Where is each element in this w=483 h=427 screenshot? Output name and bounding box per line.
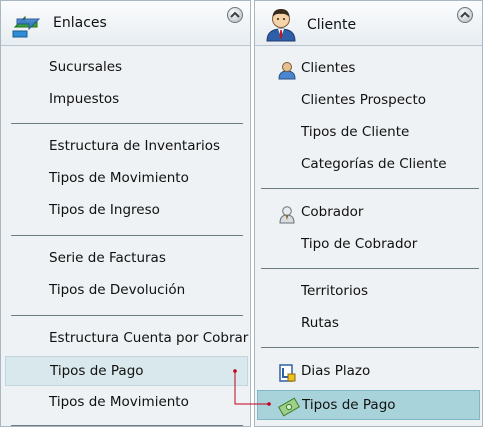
sidebar-item-label: Dias Plazo	[301, 363, 371, 379]
sidebar-item-label: Tipos de Movimiento	[49, 394, 189, 410]
sidebar-item-clientes-prospecto[interactable]: Clientes Prospecto	[255, 86, 482, 116]
group-divider	[11, 235, 243, 236]
sidebar-item-tipos-de-devolucion[interactable]: Tipos de Devolución	[1, 276, 250, 306]
client-icon	[278, 62, 296, 80]
sidebar-item-label: Territorios	[301, 283, 369, 299]
sidebar-item-label: Sucursales	[49, 59, 123, 75]
money-icon	[278, 397, 300, 417]
sidebar-item-label: Tipos de Devolución	[49, 282, 186, 298]
sidebar-item-label: Clientes Prospecto	[301, 92, 427, 108]
sidebar-item-label: Tipos de Pago	[302, 397, 396, 413]
sidebar-item-tipo-de-cobrador[interactable]: Tipo de Cobrador	[255, 230, 482, 260]
sidebar-item-label: Tipos de Movimiento	[49, 170, 189, 186]
cliente-panel-title: Cliente	[307, 17, 357, 33]
sidebar-item-tipos-de-pago-cliente[interactable]: Tipos de Pago	[257, 390, 480, 420]
enlaces-panel: Enlaces Sucursales Impuestos Estructura …	[0, 0, 251, 427]
sidebar-item-label: Tipos de Cliente	[301, 124, 410, 140]
group-divider	[11, 425, 243, 426]
group-divider	[11, 315, 243, 316]
sidebar-item-label: Estructura Cuenta por Cobrar	[49, 330, 249, 346]
sidebar-item-label: Clientes	[301, 60, 356, 76]
cliente-panel-header[interactable]: Cliente	[255, 1, 482, 46]
group-divider	[261, 188, 479, 189]
sidebar-item-tipos-de-movimiento-cxc[interactable]: Tipos de Movimiento	[1, 388, 250, 418]
sidebar-item-label: Estructura de Inventarios	[49, 138, 221, 154]
sidebar-item-label: Tipos de Ingreso	[49, 202, 160, 218]
group-divider	[261, 268, 479, 269]
sidebar-item-estructura-de-inventarios[interactable]: Estructura de Inventarios	[1, 132, 250, 162]
sidebar-item-label: Impuestos	[49, 91, 120, 107]
sidebar-item-dias-plazo[interactable]: Dias Plazo	[255, 357, 482, 387]
sidebar-item-rutas[interactable]: Rutas	[255, 309, 482, 339]
sidebar-item-tipos-de-cliente[interactable]: Tipos de Cliente	[255, 118, 482, 148]
sidebar-item-categorias-de-cliente[interactable]: Categorías de Cliente	[255, 150, 482, 180]
sidebar-item-territorios[interactable]: Territorios	[255, 277, 482, 307]
sidebar-item-label: Serie de Facturas	[49, 250, 166, 266]
chevron-up-icon	[230, 11, 240, 18]
sidebar-item-estructura-cuenta-por-cobrar[interactable]: Estructura Cuenta por Cobrar	[1, 324, 250, 354]
sidebar-item-label: Tipo de Cobrador	[301, 236, 418, 252]
calendar-icon	[279, 364, 296, 382]
sidebar-item-label: Categorías de Cliente	[301, 156, 447, 172]
collector-icon	[279, 206, 295, 224]
chevron-up-icon	[460, 11, 470, 18]
cliente-collapse-button[interactable]	[457, 7, 473, 23]
enlaces-panel-header[interactable]: Enlaces	[1, 1, 250, 46]
sidebar-item-serie-de-facturas[interactable]: Serie de Facturas	[1, 244, 250, 274]
sidebar-item-impuestos[interactable]: Impuestos	[1, 85, 250, 115]
sidebar-item-label: Tipos de Pago	[50, 363, 144, 379]
sidebar-item-label: Cobrador	[301, 204, 364, 220]
sidebar-item-clientes[interactable]: Clientes	[255, 54, 482, 84]
enlaces-panel-title: Enlaces	[53, 15, 107, 31]
enlaces-collapse-button[interactable]	[227, 7, 243, 23]
sidebar-item-tipos-de-pago[interactable]: Tipos de Pago	[5, 356, 248, 386]
client-person-icon	[266, 9, 296, 42]
sidebar-item-cobrador[interactable]: Cobrador	[255, 198, 482, 228]
cliente-panel: Cliente Clientes Clientes Prospecto Tipo…	[254, 0, 483, 427]
group-divider	[11, 123, 243, 124]
sidebar-item-sucursales[interactable]: Sucursales	[1, 53, 250, 83]
sidebar-item-tipos-de-ingreso[interactable]: Tipos de Ingreso	[1, 196, 250, 226]
sidebar-item-label: Rutas	[301, 315, 339, 331]
sidebar-item-tipos-de-movimiento[interactable]: Tipos de Movimiento	[1, 164, 250, 194]
enlaces-icon	[12, 15, 41, 38]
group-divider	[261, 347, 479, 348]
